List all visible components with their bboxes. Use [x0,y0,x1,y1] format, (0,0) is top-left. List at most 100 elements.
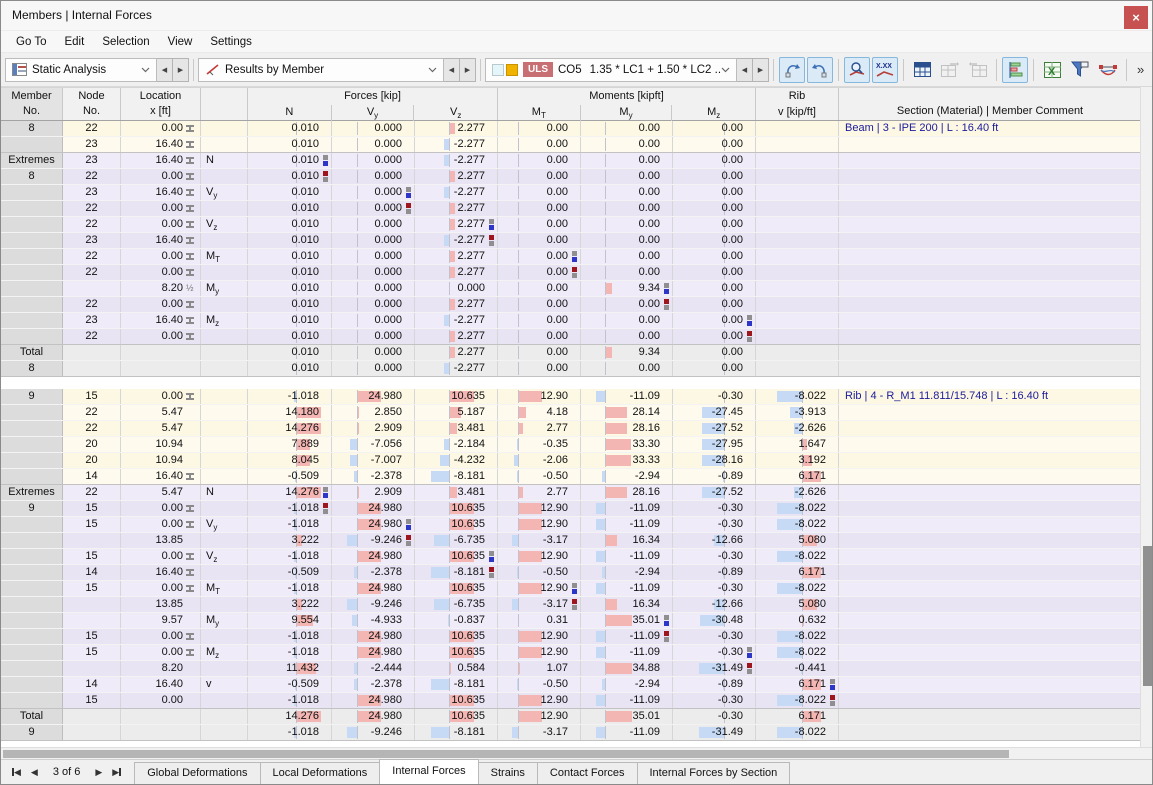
node-number: 15 [63,693,121,708]
results-prev-button[interactable]: ◀ [444,57,460,82]
tab-global-deformations[interactable]: Global Deformations [134,762,260,784]
value-cell: -0.30 [673,517,756,532]
table-row[interactable]: 15 0.00 Vy -1.018 24.980 10.635 12.90 -11.09 -0.… [1,517,1141,533]
member-results-button[interactable] [1095,57,1121,83]
table-row[interactable]: 9 -1.018 -9.246 -8.181 -3.17 -11.09 -31.49 -8.0… [1,725,1141,741]
filter-button[interactable] [1067,57,1093,83]
last-table-button[interactable]: ▶ [107,765,126,780]
value-cell: -11.09 [581,725,673,740]
menu-view[interactable]: View [159,33,202,51]
table-row[interactable]: Total 14.276 24.980 10.635 12.90 35.01 -0.30 6.… [1,709,1141,725]
value-cell: 12.90 [498,629,581,644]
table-row[interactable]: 13.85 3.222 -9.246 -6.735 -3.17 16.34 -12.66 5.… [1,597,1141,613]
menu-edit[interactable]: Edit [55,33,93,51]
menu-selection[interactable]: Selection [93,33,158,51]
table-row[interactable]: 23 16.40 0.010 0.000 -2.277 0.00 0.00 0.00 [1,137,1141,153]
table-row[interactable]: 8.20 ½ My 0.010 0.000 0.000 0.00 9.34 0.00 [1,281,1141,297]
table-row[interactable]: 15 0.00 MT -1.018 24.980 10.635 12.90 -11.09 -0.… [1,581,1141,597]
table-row[interactable]: 8 0.010 0.000 -2.277 0.00 0.00 0.00 [1,361,1141,377]
value-cell [756,121,839,136]
results-mode-combobox[interactable]: Results by Member [198,57,444,82]
vertical-scrollbar-thumb[interactable] [1143,546,1152,686]
value-cell: 0.000 [332,297,415,312]
table-row[interactable]: 22 0.00 MT 0.010 0.000 2.277 0.00 0.00 0.00 [1,249,1141,265]
table-row[interactable]: Extremes 22 5.47 N 14.276 2.909 3.481 2.77 28.16… [1,485,1141,501]
value-cell: -8.181 [415,725,498,740]
load-combination-combobox[interactable]: ULS CO5 1.35 * LC1 + 1.50 * LC2 ... [485,57,737,82]
table-row[interactable]: 20 10.94 7.889 -7.056 -2.184 -0.35 33.30 -27.95… [1,437,1141,453]
node-number: 15 [63,629,121,644]
tab-strains[interactable]: Strains [478,762,537,784]
results-next-button[interactable]: ▶ [460,57,476,82]
table-row[interactable]: 8 22 0.00 0.010 0.000 2.277 0.00 0.00 0.00 [1,169,1141,185]
horizontal-scrollbar-thumb[interactable] [3,750,1009,758]
analysis-prev-button[interactable]: ◀ [157,57,173,82]
horizontal-scrollbar[interactable] [1,747,1152,759]
table-row[interactable]: 20 10.94 8.045 -7.007 -4.232 -2.06 33.33 -28.16… [1,453,1141,469]
next-extreme-button[interactable] [807,56,833,83]
table-row[interactable]: 22 0.00 Vz 0.010 0.000 2.277 0.00 0.00 0.00 [1,217,1141,233]
extreme-type-label [201,345,248,360]
value-cell: 0.00 [581,169,673,184]
table-row[interactable]: 9.57 My 9.554 -4.933 -0.837 0.31 35.01 -30.48 0.… [1,613,1141,629]
value-cell: -0.509 [248,677,332,692]
close-button[interactable]: × [1124,6,1148,29]
menu-goto[interactable]: Go To [7,33,55,51]
table-row[interactable]: 8.20 11.432 -2.444 0.584 1.07 34.88 -31.49 -0.4… [1,661,1141,677]
table-row[interactable]: 22 5.47 14.276 2.909 3.481 2.77 28.16 -27.52 -2.… [1,421,1141,437]
table-row[interactable]: 22 0.00 0.010 0.000 2.277 0.00 0.00 0.00 [1,201,1141,217]
window-title: Members | Internal Forces [12,8,152,22]
combination-prev-button[interactable]: ◀ [737,57,753,82]
tab-contact-forces[interactable]: Contact Forces [536,762,637,784]
menu-settings[interactable]: Settings [201,33,261,51]
value-cell: -0.30 [673,709,756,724]
table-row[interactable]: 14 16.40 v -0.509 -2.378 -8.181 -0.50 -2.94 -0.8… [1,677,1141,693]
table-row[interactable]: 22 0.00 0.010 0.000 2.277 0.00 0.00 0.00 [1,265,1141,281]
table-row[interactable]: 22 5.47 14.180 2.850 5.187 4.18 28.14 -27.45 -3.… [1,405,1141,421]
previous-extreme-button[interactable] [779,56,805,83]
table-row[interactable]: 9 15 0.00 -1.018 24.980 10.635 12.90 -11.09 -0.3… [1,501,1141,517]
previous-table-button[interactable]: ◀ [26,765,43,780]
chevron-down-icon [428,67,437,72]
value-cell: 2.277 [415,329,498,344]
table-row[interactable]: Extremes 23 16.40 N 0.010 0.000 -2.277 0.00 0.00… [1,153,1141,169]
show-result-values-button[interactable] [844,56,870,83]
tab-internal-forces-by-section[interactable]: Internal Forces by Section [636,762,791,784]
table-settings-button[interactable] [909,57,935,83]
table-row[interactable]: 15 0.00 Vz -1.018 24.980 10.635 12.90 -11.09 -0.… [1,549,1141,565]
value-cell: -8.022 [756,581,839,596]
analysis-next-button[interactable]: ▶ [173,57,189,82]
bar-chart-icon [1009,61,1023,78]
section-comment [839,581,1141,596]
member-group-label [1,645,63,660]
value-cell: 33.33 [581,453,673,468]
tab-local-deformations[interactable]: Local Deformations [259,762,380,784]
table-row[interactable]: 23 16.40 0.010 0.000 -2.277 0.00 0.00 0.00 [1,233,1141,249]
member-group-label [1,281,63,296]
table-row[interactable]: 9 15 0.00 -1.018 24.980 10.635 12.90 -11.09 -0.3… [1,389,1141,405]
table-row[interactable]: 15 0.00 Mz -1.018 24.980 10.635 12.90 -11.09 -0.… [1,645,1141,661]
table-row[interactable]: 23 16.40 Vy 0.010 0.000 -2.277 0.00 0.00 0.00 [1,185,1141,201]
table-row[interactable]: 15 0.00 -1.018 24.980 10.635 12.90 -11.09 -0.30… [1,629,1141,645]
vertical-scrollbar[interactable] [1140,87,1152,747]
next-table-button[interactable]: ▶ [90,765,107,780]
table-row[interactable]: 8 22 0.00 0.010 0.000 2.277 0.00 0.00 0.00 Beam |… [1,121,1141,137]
table-row[interactable]: 14 16.40 -0.509 -2.378 -8.181 -0.50 -2.94 -0.89… [1,565,1141,581]
tab-internal-forces[interactable]: Internal Forces [379,759,479,784]
toolbar-overflow-button[interactable]: » [1137,62,1144,77]
table-row[interactable]: Total 0.010 0.000 2.277 0.00 9.34 0.00 [1,345,1141,361]
combination-next-button[interactable]: ▶ [753,57,769,82]
table-row[interactable]: 22 0.00 0.010 0.000 2.277 0.00 0.00 0.00 [1,297,1141,313]
table-row[interactable]: 22 0.00 0.010 0.000 2.277 0.00 0.00 0.00 [1,329,1141,345]
table-row[interactable]: 13.85 3.222 -9.246 -6.735 -3.17 16.34 -12.66 5.… [1,533,1141,549]
first-table-button[interactable]: ◀ [7,765,26,780]
table-row[interactable]: 23 16.40 Mz 0.010 0.000 -2.277 0.00 0.00 0.00 [1,313,1141,329]
node-number: 14 [63,469,121,484]
table-row[interactable]: 15 0.00 -1.018 24.980 10.635 12.90 -11.09 -0.30… [1,693,1141,709]
section-comment [839,517,1141,532]
excel-export-button[interactable]: X [1039,57,1065,83]
decimal-places-button[interactable]: X.XX [872,56,898,83]
table-row[interactable]: 14 16.40 -0.509 -2.378 -8.181 -0.50 -2.94 -0.89… [1,469,1141,485]
analysis-type-combobox[interactable]: Static Analysis [5,57,157,82]
result-diagrams-button[interactable] [1002,56,1028,83]
